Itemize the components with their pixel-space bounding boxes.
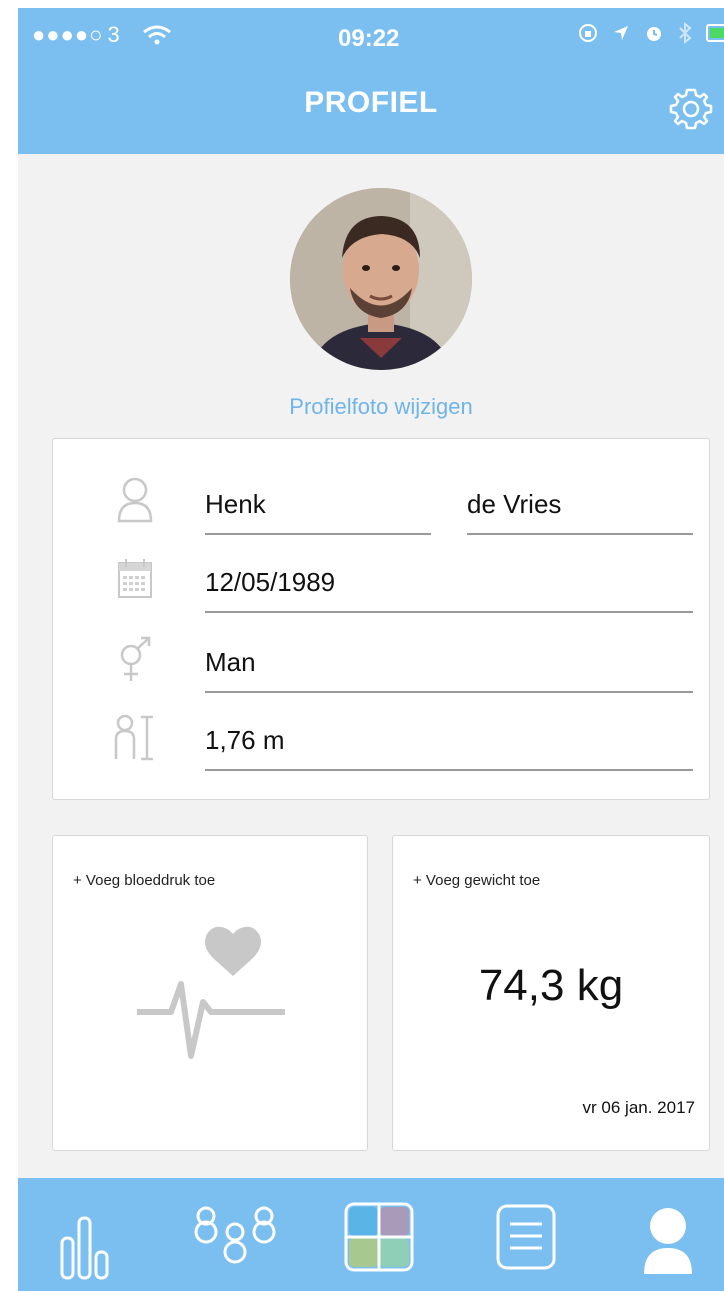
weight-date: vr 06 jan. 2017 <box>582 1098 695 1117</box>
profile-screen: ●●●●○ 3 09:22 PROFIEL Profielfoto wijzig… <box>18 8 724 1291</box>
gender-icon <box>120 636 151 681</box>
profile-icon <box>644 1208 692 1274</box>
tab-people[interactable] <box>184 1178 304 1291</box>
calendar-icon <box>118 559 152 598</box>
height-icon <box>114 714 153 761</box>
page-title: PROFIEL <box>304 86 438 119</box>
profile-avatar[interactable] <box>290 188 472 370</box>
list-icon <box>496 1204 556 1270</box>
status-bar: ●●●●○ 3 09:22 <box>18 8 724 64</box>
blood-pressure-card[interactable]: + Voeg bloeddruk toe <box>52 835 368 1151</box>
wifi-icon <box>143 25 171 45</box>
first-name-field[interactable]: Henk <box>205 489 431 535</box>
bluetooth-icon <box>679 22 692 44</box>
settings-gear-icon[interactable] <box>666 84 716 134</box>
location-icon <box>614 26 628 40</box>
change-photo-link[interactable]: Profielfoto wijzigen <box>18 394 724 420</box>
heart-pulse-icon <box>137 926 285 1059</box>
height-value: 1,76 m <box>205 725 285 755</box>
weight-value: 74,3 kg <box>478 961 624 1010</box>
gender-field[interactable]: Man <box>205 647 693 693</box>
rotation-lock-icon <box>579 24 597 42</box>
first-name-value: Henk <box>205 489 266 519</box>
header: ●●●●○ 3 09:22 PROFIEL <box>18 8 724 154</box>
stats-icon <box>60 1216 109 1280</box>
clock: 09:22 <box>338 25 400 52</box>
alarm-icon <box>647 27 661 41</box>
last-name-field[interactable]: de Vries <box>467 489 693 535</box>
height-field[interactable]: 1,76 m <box>205 725 693 771</box>
tab-dashboard[interactable] <box>338 1178 458 1291</box>
last-name-value: de Vries <box>467 489 562 519</box>
gender-value: Man <box>205 647 256 677</box>
birth-date-value: 12/05/1989 <box>205 567 336 597</box>
people-icon <box>194 1206 276 1264</box>
weight-card[interactable]: + Voeg gewicht toe 74,3 kg vr 06 jan. 20… <box>392 835 710 1151</box>
dashboard-icon <box>344 1202 414 1272</box>
profile-details-card: Henk de Vries 12/05/1989 Man 1,76 m <box>52 438 710 800</box>
carrier-label: 3 <box>107 22 121 47</box>
signal-dots: ●●●●○ <box>32 22 104 47</box>
signal-strength: ●●●●○ 3 <box>32 22 121 48</box>
tab-profile[interactable] <box>624 1178 724 1291</box>
avatar-portrait <box>290 188 472 370</box>
add-weight-link[interactable]: + Voeg gewicht toe <box>413 872 540 889</box>
tab-list[interactable] <box>488 1178 608 1291</box>
battery-icon <box>706 24 724 42</box>
add-blood-pressure-link[interactable]: + Voeg bloeddruk toe <box>73 872 215 889</box>
person-icon <box>117 477 153 523</box>
tab-stats[interactable] <box>42 1178 162 1291</box>
birth-date-field[interactable]: 12/05/1989 <box>205 567 693 613</box>
status-icons <box>578 22 724 44</box>
tab-bar <box>18 1178 724 1291</box>
